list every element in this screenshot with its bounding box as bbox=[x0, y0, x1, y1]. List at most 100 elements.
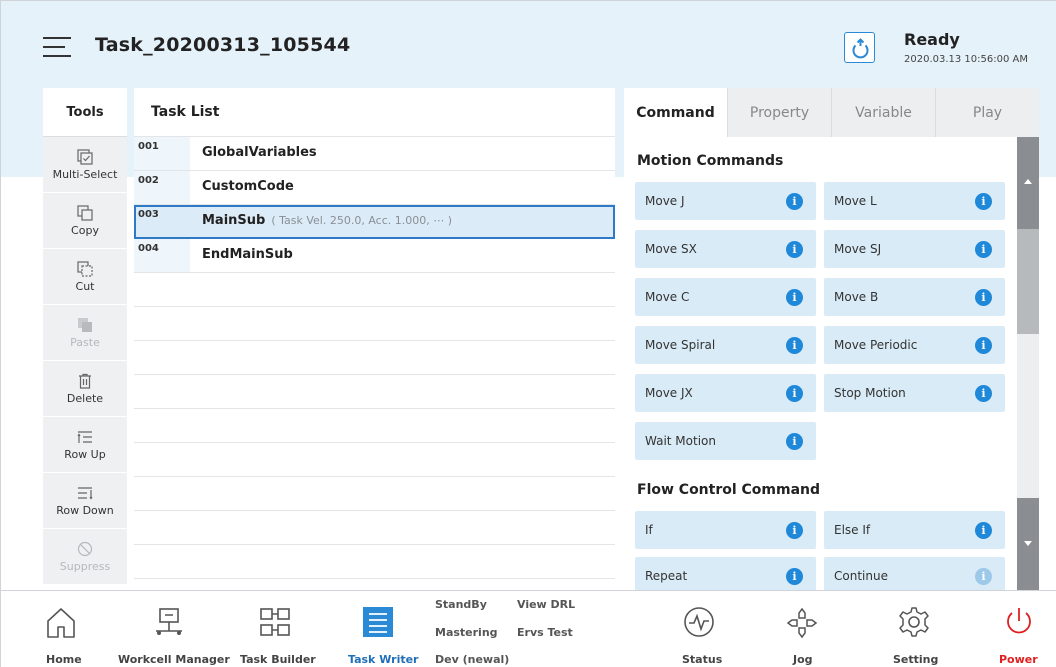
cmd-move-periodic[interactable]: Move Periodic i bbox=[824, 326, 1005, 364]
cmd-label: Else If bbox=[834, 523, 871, 537]
tab-play[interactable]: Play bbox=[935, 88, 1039, 137]
copy-button[interactable]: Copy bbox=[43, 193, 127, 249]
info-icon[interactable]: i bbox=[786, 193, 803, 210]
row-up-button[interactable]: Row Up bbox=[43, 417, 127, 473]
nav-view-drl[interactable]: View DRL bbox=[517, 598, 575, 611]
info-icon[interactable]: i bbox=[786, 433, 803, 450]
nav-dev[interactable]: Dev (newal) bbox=[435, 653, 509, 666]
cmd-else-if[interactable]: Else If i bbox=[824, 511, 1005, 549]
tab-command[interactable]: Command bbox=[624, 88, 727, 137]
nav-workcell-label: Workcell Manager bbox=[118, 653, 230, 666]
scroll-down-button[interactable] bbox=[1017, 498, 1039, 590]
info-icon[interactable]: i bbox=[975, 568, 992, 585]
multi-select-button[interactable]: Multi-Select bbox=[43, 137, 127, 193]
cmd-if[interactable]: If i bbox=[635, 511, 816, 549]
info-icon[interactable]: i bbox=[786, 337, 803, 354]
task-row-number: 002 bbox=[134, 171, 190, 204]
cmd-move-b[interactable]: Move B i bbox=[824, 278, 1005, 316]
cmd-label: If bbox=[645, 523, 653, 537]
cmd-label: Move J bbox=[645, 194, 685, 208]
status-label: Ready bbox=[904, 30, 960, 49]
cmd-label: Stop Motion bbox=[834, 386, 906, 400]
cmd-move-spiral[interactable]: Move Spiral i bbox=[635, 326, 816, 364]
status-timestamp: 2020.03.13 10:56:00 AM bbox=[904, 54, 1028, 65]
nav-jog[interactable]: Jog bbox=[777, 591, 827, 667]
task-row[interactable]: 004 EndMainSub bbox=[134, 239, 615, 273]
cmd-move-l[interactable]: Move L i bbox=[824, 182, 1005, 220]
tools-title: Tools bbox=[43, 88, 127, 137]
command-scrollbar[interactable] bbox=[1017, 137, 1039, 590]
task-row-selected[interactable]: 003 MainSub ( Task Vel. 250.0, Acc. 1.000… bbox=[134, 205, 615, 239]
info-icon[interactable]: i bbox=[786, 568, 803, 585]
task-row-number: 003 bbox=[136, 207, 192, 237]
cmd-label: Repeat bbox=[645, 569, 688, 583]
info-icon[interactable]: i bbox=[786, 241, 803, 258]
empty-row bbox=[134, 477, 615, 511]
cmd-stop-motion[interactable]: Stop Motion i bbox=[824, 374, 1005, 412]
trash-icon bbox=[79, 373, 91, 389]
info-icon[interactable]: i bbox=[975, 337, 992, 354]
cmd-move-jx[interactable]: Move JX i bbox=[635, 374, 816, 412]
copy-icon bbox=[77, 204, 93, 221]
tab-variable[interactable]: Variable bbox=[831, 88, 935, 137]
refresh-button[interactable] bbox=[844, 32, 875, 63]
info-icon[interactable]: i bbox=[786, 522, 803, 539]
paste-label: Paste bbox=[70, 335, 100, 349]
nav-task-writer[interactable]: Task Writer bbox=[343, 591, 418, 667]
cmd-wait-motion[interactable]: Wait Motion i bbox=[635, 422, 816, 460]
nav-home[interactable]: Home bbox=[31, 591, 91, 667]
cmd-repeat[interactable]: Repeat i bbox=[635, 557, 816, 590]
info-icon[interactable]: i bbox=[786, 385, 803, 402]
delete-label: Delete bbox=[66, 391, 104, 405]
empty-row bbox=[134, 341, 615, 375]
nav-standby[interactable]: StandBy bbox=[435, 598, 487, 611]
cmd-move-c[interactable]: Move C i bbox=[635, 278, 816, 316]
scroll-thumb[interactable] bbox=[1017, 229, 1039, 334]
cmd-move-sj[interactable]: Move SJ i bbox=[824, 230, 1005, 268]
task-row[interactable]: 002 CustomCode bbox=[134, 171, 615, 205]
nav-task-builder-label: Task Builder bbox=[240, 653, 316, 666]
jog-icon bbox=[786, 607, 818, 639]
row-down-button[interactable]: Row Down bbox=[43, 473, 127, 529]
task-row-number: 001 bbox=[134, 137, 190, 170]
empty-row bbox=[134, 409, 615, 443]
nav-home-label: Home bbox=[46, 653, 82, 666]
task-row[interactable]: 001 GlobalVariables bbox=[134, 137, 615, 171]
menu-icon[interactable] bbox=[43, 37, 71, 57]
scroll-up-button[interactable] bbox=[1017, 137, 1039, 229]
paste-button[interactable]: Paste bbox=[43, 305, 127, 361]
nav-setting-label: Setting bbox=[893, 653, 939, 666]
info-icon[interactable]: i bbox=[975, 385, 992, 402]
motion-commands-title: Motion Commands bbox=[637, 153, 784, 169]
empty-row bbox=[134, 273, 615, 307]
suppress-icon bbox=[77, 541, 93, 556]
task-row-name: CustomCode bbox=[202, 179, 294, 194]
tab-property[interactable]: Property bbox=[727, 88, 831, 137]
empty-row bbox=[134, 511, 615, 545]
nav-ervs-test[interactable]: Ervs Test bbox=[517, 626, 573, 639]
info-icon[interactable]: i bbox=[975, 289, 992, 306]
info-icon[interactable]: i bbox=[975, 241, 992, 258]
arrow-up-icon bbox=[1024, 179, 1032, 184]
info-icon[interactable]: i bbox=[786, 289, 803, 306]
cmd-label: Move B bbox=[834, 290, 879, 304]
cut-button[interactable]: Cut bbox=[43, 249, 127, 305]
nav-setting[interactable]: Setting bbox=[884, 591, 944, 667]
nav-power[interactable]: Power bbox=[991, 591, 1047, 667]
bottom-nav: Home Workcell Manager Task Builder Task … bbox=[1, 590, 1056, 667]
nav-mastering[interactable]: Mastering bbox=[435, 626, 498, 639]
gear-icon bbox=[899, 607, 929, 637]
cmd-continue[interactable]: Continue i bbox=[824, 557, 1005, 590]
nav-task-builder[interactable]: Task Builder bbox=[236, 591, 316, 667]
row-down-icon bbox=[78, 486, 93, 500]
info-icon[interactable]: i bbox=[975, 522, 992, 539]
info-icon[interactable]: i bbox=[975, 193, 992, 210]
cmd-move-j[interactable]: Move J i bbox=[635, 182, 816, 220]
delete-button[interactable]: Delete bbox=[43, 361, 127, 417]
suppress-button[interactable]: Suppress bbox=[43, 529, 127, 585]
nav-workcell-manager[interactable]: Workcell Manager bbox=[114, 591, 230, 667]
multi-select-label: Multi-Select bbox=[52, 167, 118, 181]
tools-panel: Tools Multi-Select Copy Cut Paste Delete… bbox=[43, 88, 127, 590]
nav-status[interactable]: Status bbox=[669, 591, 729, 667]
cmd-move-sx[interactable]: Move SX i bbox=[635, 230, 816, 268]
